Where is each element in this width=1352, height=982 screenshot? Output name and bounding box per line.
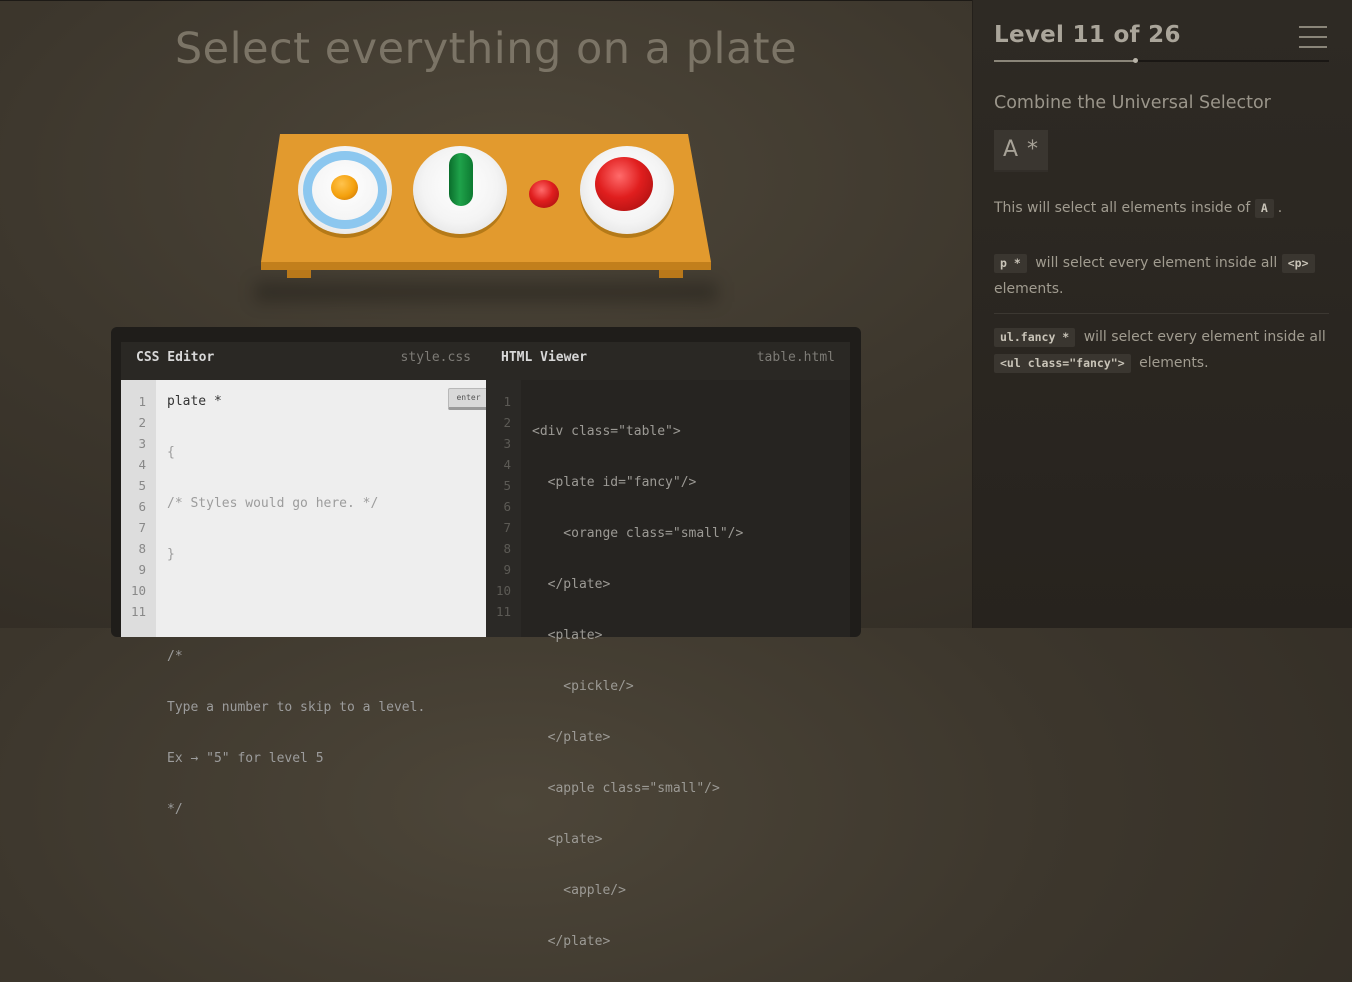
html-line[interactable]: <plate> [532, 625, 850, 646]
html-line[interactable]: <plate id="fancy"/> [532, 472, 850, 493]
level-title: Level 11 of 26 [994, 22, 1181, 48]
example-1: p * will select every element inside all… [994, 250, 1329, 302]
code-line: */ [167, 802, 183, 817]
hamburger-menu-icon[interactable] [1299, 26, 1327, 48]
code-line: /* [167, 649, 183, 664]
html-line-numbers: 1 2 3 4 5 6 7 8 9 10 11 [486, 380, 521, 637]
example-tag: <ul class="fancy"> [994, 354, 1131, 373]
html-viewer-header: HTML Viewer table.html [486, 342, 850, 380]
selector-syntax: A * [994, 130, 1049, 172]
apple[interactable] [595, 157, 653, 211]
page-title: Select everything on a plate [174, 24, 798, 74]
html-line[interactable]: <apple/> [532, 880, 850, 901]
html-line[interactable]: <apple class="small"/> [532, 778, 850, 799]
progress-fill [994, 60, 1135, 62]
progress-marker [1132, 58, 1138, 63]
html-line[interactable]: <orange class="small"/> [532, 523, 850, 544]
html-line[interactable]: <pickle/> [532, 676, 850, 697]
html-line[interactable]: </plate> [532, 727, 850, 748]
css-filename: style.css [400, 350, 471, 365]
css-editor-pane: 1 2 3 4 5 6 7 8 9 10 11 { /* Styles woul… [121, 380, 489, 817]
example-tag: <p> [1281, 254, 1315, 273]
html-line[interactable]: <plate> [532, 829, 850, 850]
hint-text: This will select all elements inside of … [994, 199, 1283, 218]
example-tag: p * [994, 254, 1027, 273]
small-apple[interactable] [529, 180, 559, 208]
code-line: } [167, 547, 175, 562]
example-tag: ul.fancy * [994, 328, 1076, 347]
selector-name: Combine the Universal Selector [994, 93, 1271, 113]
level-progress-bar [994, 58, 1329, 63]
code-line: Type a number to skip to a level. [167, 700, 426, 715]
html-viewer-title: HTML Viewer [501, 350, 588, 365]
html-line[interactable]: <div class="table"> [532, 421, 850, 442]
game-table [255, 132, 717, 312]
enter-button[interactable]: enter [448, 388, 489, 410]
html-line[interactable]: </plate> [532, 931, 850, 952]
html-viewer-pane: 1 2 3 4 5 6 7 8 9 10 11 <div class="tabl… [486, 380, 850, 949]
css-editor-title: CSS Editor [136, 350, 215, 365]
code-editor: CSS Editor style.css HTML Viewer table.h… [111, 327, 861, 949]
pickle[interactable] [449, 153, 473, 206]
code-line: Ex → "5" for level 5 [167, 751, 324, 766]
html-line[interactable]: </plate> [532, 574, 850, 595]
small-orange[interactable] [331, 175, 358, 200]
sidebar: Level 11 of 26 Combine the Universal Sel… [972, 0, 1352, 628]
example-2: ul.fancy * will select every element ins… [994, 324, 1329, 376]
html-code-text: <div class="table"> <plate id="fancy"/> … [532, 391, 850, 982]
divider [994, 313, 1329, 314]
css-code-text: { /* Styles would go here. */ } /* Type … [167, 412, 486, 901]
code-line: /* Styles would go here. */ [167, 496, 379, 511]
table-shadow [255, 282, 717, 302]
hint-tag: A [1254, 199, 1274, 218]
css-line-numbers: 1 2 3 4 5 6 7 8 9 10 11 [121, 380, 156, 637]
code-line: { [167, 445, 175, 460]
main-area: Select everything on a plate CSS Editor … [0, 0, 972, 949]
css-selector-input[interactable] [167, 391, 417, 412]
css-editor-header: CSS Editor style.css [121, 342, 486, 380]
html-filename: table.html [756, 350, 835, 365]
